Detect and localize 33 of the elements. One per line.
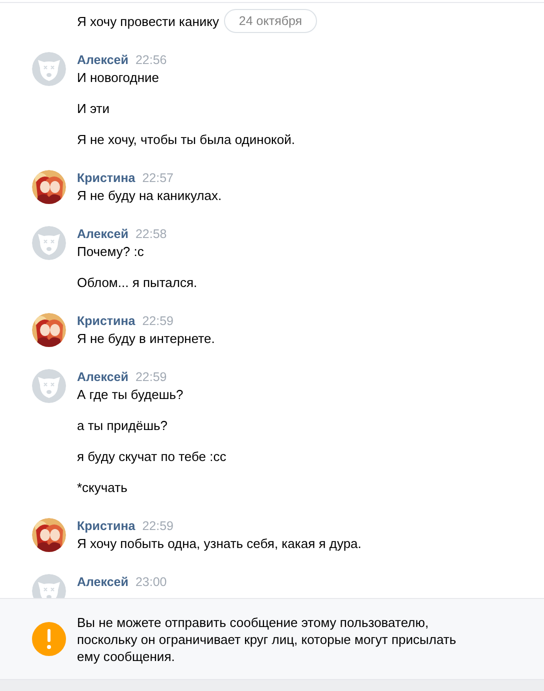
avatar-icon[interactable] — [32, 226, 66, 260]
message-time: 22:57 — [142, 170, 174, 187]
sender-name[interactable]: Алексей — [77, 52, 128, 69]
message-text: я буду скучат по тебе :cc — [77, 448, 226, 465]
sender-name[interactable]: Кристина — [77, 313, 136, 330]
message-time: 22:56 — [135, 52, 167, 69]
message-text: а ты придёшь? — [77, 417, 169, 434]
message-text: Облом... я пытался. — [77, 274, 198, 291]
message-text: И новогодние — [77, 69, 160, 86]
sender-name[interactable]: Алексей — [77, 226, 128, 243]
message-text: Почему? :c — [77, 243, 145, 260]
message-text: Я не хочу, чтобы ты была одинокой. — [77, 131, 295, 148]
message-time: 22:59 — [135, 369, 167, 386]
notice-text: Вы не можете отправить сообщение этому пользователю, поскольку он ограничивает круг лиц, которые могут присылать ему сообщения. — [77, 614, 458, 664]
message-text: А где ты будешь? — [77, 386, 184, 403]
warning-icon — [32, 622, 66, 656]
message-time: 22:58 — [135, 226, 167, 243]
message-time: 22:59 — [142, 518, 174, 535]
sender-name[interactable]: Алексей — [77, 369, 128, 386]
message-time: 23:00 — [135, 574, 167, 591]
message-text: Я не буду на каникулах. — [77, 187, 222, 204]
date-divider: 24 октября — [224, 9, 317, 33]
message-text: И эти — [77, 100, 111, 117]
message-text: Я хочу провести канику — [77, 13, 219, 30]
sender-name[interactable]: Кристина — [77, 170, 136, 187]
sender-name[interactable]: Алексей — [77, 574, 128, 591]
message-text: Я хочу побыть одна, узнать себя, какая я дура. — [77, 535, 362, 552]
sender-name[interactable]: Кристина — [77, 518, 136, 535]
avatar-icon[interactable] — [32, 369, 66, 403]
message-text: *скучать — [77, 479, 128, 496]
avatar-icon[interactable] — [32, 52, 66, 86]
message-text: Я не буду в интернете. — [77, 330, 215, 347]
message-time: 22:59 — [142, 313, 174, 330]
